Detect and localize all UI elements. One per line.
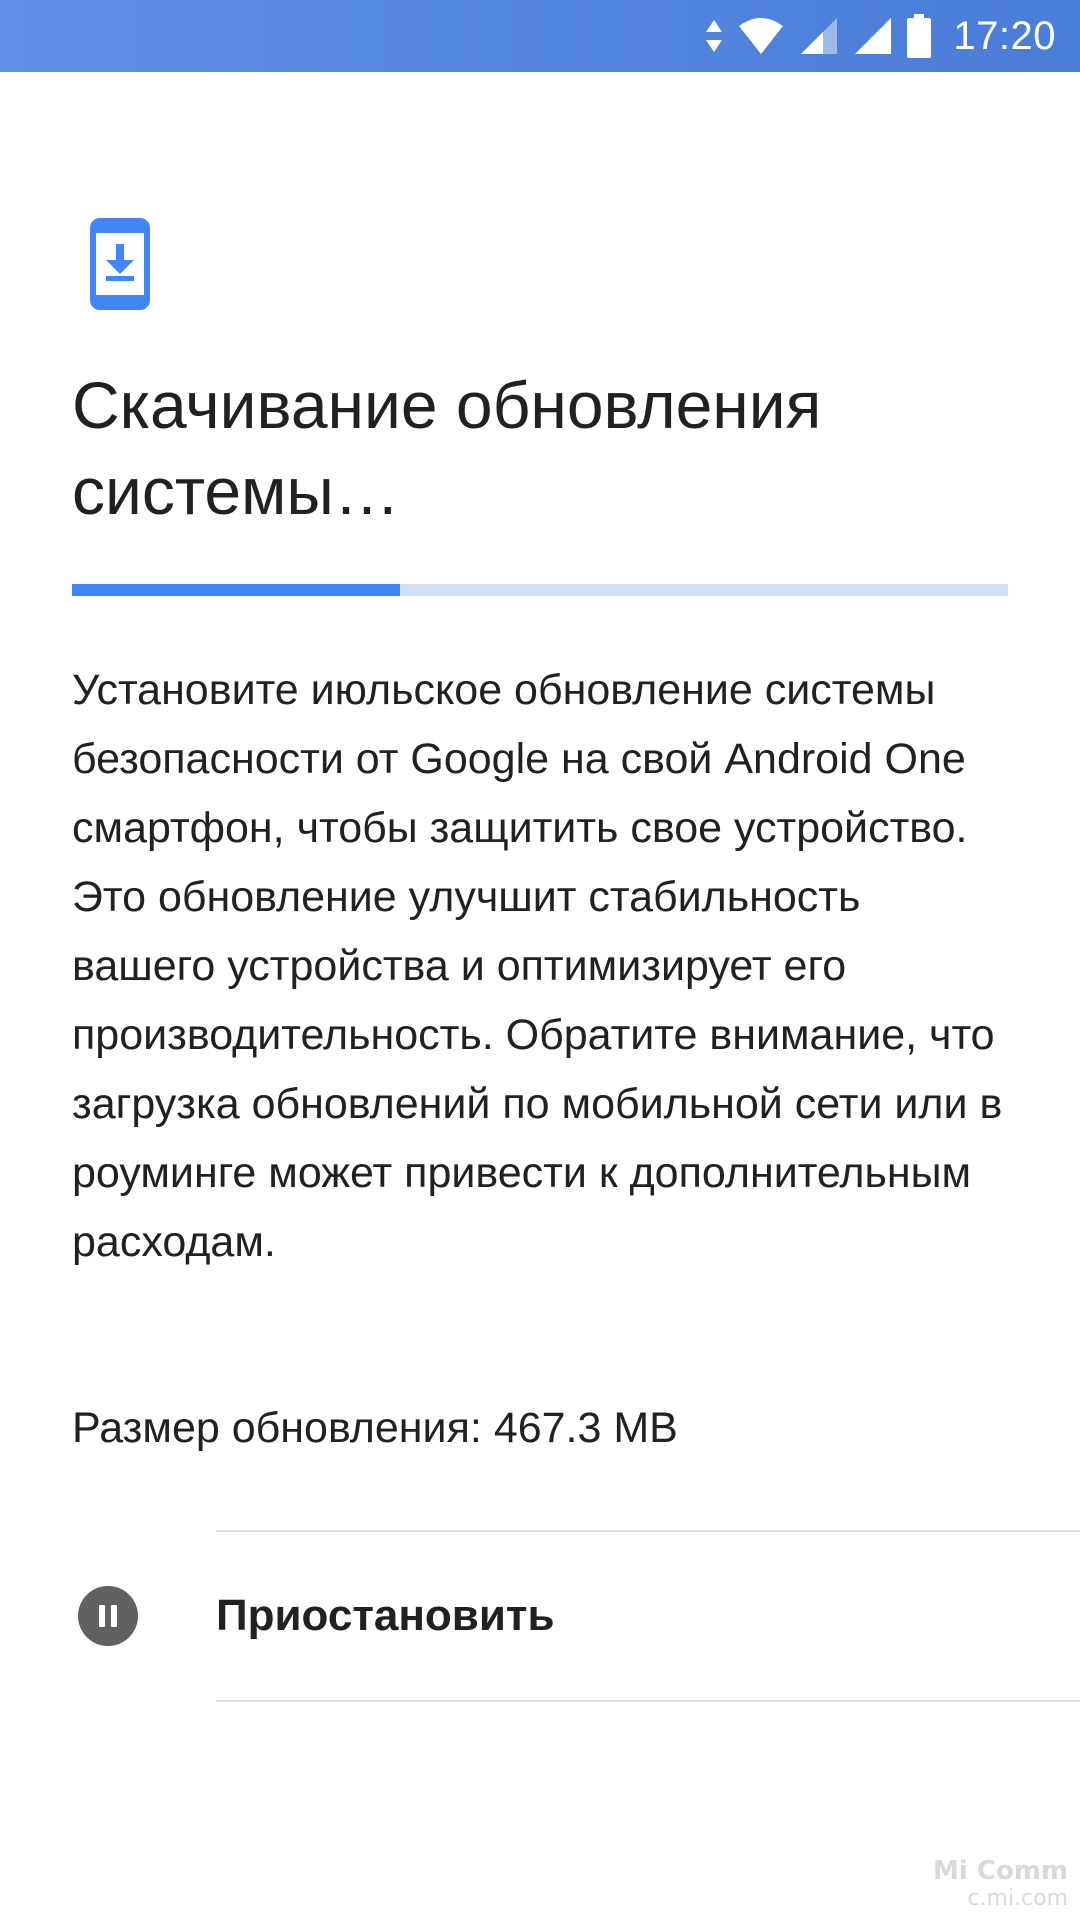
- watermark: Mi Comm c.mi.com: [933, 1856, 1068, 1912]
- update-description: Установите июльское обновление системы б…: [72, 666, 1003, 1266]
- battery-icon: [907, 14, 932, 58]
- watermark-line-1: Mi Comm: [933, 1856, 1068, 1886]
- signal-icon: [853, 16, 893, 56]
- status-bar: 17:20: [0, 0, 1080, 72]
- status-time: 17:20: [953, 13, 1056, 58]
- download-progress-bar: [72, 584, 1008, 596]
- watermark-line-2: c.mi.com: [967, 1886, 1068, 1911]
- update-size-label: Размер обновления:: [72, 1404, 482, 1452]
- data-transfer-icon: [705, 16, 723, 56]
- signal-icon: [799, 16, 839, 56]
- system-update-download-icon: [90, 218, 150, 310]
- page-title: Скачивание обновления системы…: [72, 368, 822, 528]
- wifi-icon: [737, 16, 785, 56]
- pause-button[interactable]: Приостановить: [0, 1532, 1080, 1700]
- download-progress-fill: [72, 584, 400, 596]
- update-size-value: 467.3 MB: [493, 1404, 678, 1452]
- divider: [216, 1700, 1080, 1702]
- pause-button-label: Приостановить: [216, 1591, 555, 1640]
- status-icons: 17:20: [705, 0, 1056, 72]
- pause-icon: [78, 1586, 138, 1646]
- update-size: Размер обновления: 467.3 MB: [72, 1398, 678, 1458]
